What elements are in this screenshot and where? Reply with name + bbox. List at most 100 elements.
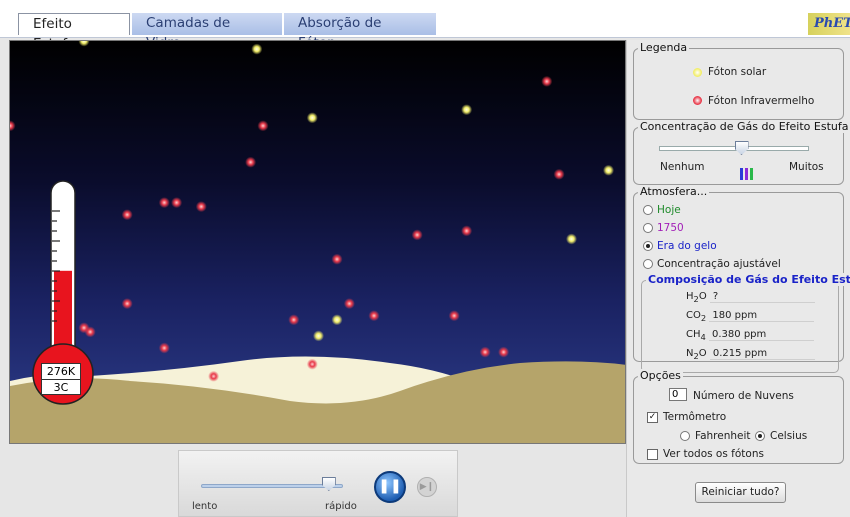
gas-value-ch4: 0.380 ppm [709,329,815,341]
sim-scene [10,41,625,443]
concentration-max-label: Muitos [789,161,824,173]
gas-value-co2: 180 ppm [709,310,815,322]
speed-fast-label: rápido [325,501,357,512]
tab-absorcao-de-foton[interactable]: Absorção de Fóton [284,13,436,51]
clouds-label: Número de Nuvens [693,390,794,402]
concentration-slider-thumb[interactable] [734,141,749,155]
concentration-bar-purple [745,168,748,180]
radio-celsius[interactable] [755,431,765,441]
sunlight-photon [306,112,318,124]
speed-slider-thumb[interactable] [321,477,336,491]
pause-button[interactable]: ❚❚ [374,471,406,503]
infrared-photon [331,253,343,265]
sunlight-photon [313,330,324,342]
kelvin-value: 276K [46,365,76,378]
concentration-bar-blue [740,168,743,180]
control-panel: Legenda Fóton solar Fóton Infravermelho … [626,40,850,517]
fahrenheit-label[interactable]: Fahrenheit [695,430,751,442]
infrared-photon [553,168,565,180]
infrared-photon [171,197,183,209]
sunlight-photon [461,104,473,116]
tab-efeito-estufa[interactable]: Efeito Estufa [18,13,130,52]
atmosphere-title: Atmosfera... [638,185,710,198]
sunlight-photon-icon [693,68,702,77]
step-icon: ▶❙ [419,482,435,492]
radio-concentracao-ajustavel[interactable] [643,259,653,269]
gas-row-h2o: H2O ? [686,291,815,304]
infrared-photon [121,298,133,310]
all-photons-checkbox[interactable] [647,449,658,460]
phet-logo: PhET [808,13,850,35]
infrared-photon [479,346,491,358]
concentration-panel: Concentração de Gás do Efeito Estufa Nen… [633,120,850,185]
gas-row-ch4: CH4 0.380 ppm [686,329,815,342]
all-photons-label[interactable]: Ver todos os fótons [663,448,764,460]
infrared-photon [10,120,16,132]
gas-row-co2: CO2 180 ppm [686,310,815,323]
infrared-photon [158,197,170,209]
infrared-photon [121,209,133,221]
gas-composition-title: Composição de Gás do Efeito Est... [646,273,850,286]
legend-sunlight-label: Fóton solar [708,66,767,78]
atmosphere-era-do-gelo-label[interactable]: Era do gelo [657,240,717,252]
options-panel: Opções 0 Número de Nuvens ✓ Termômetro F… [633,369,844,464]
clouds-spinner[interactable]: 0 [669,388,687,401]
infrared-photon [84,326,96,338]
app-window: Efeito Estufa Camadas de Vidro Absorção … [0,0,850,517]
legend-title: Legenda [638,41,690,54]
speed-slider-track[interactable] [201,484,343,488]
infrared-photon [195,201,207,213]
atmosphere-ajustavel-label[interactable]: Concentração ajustável [657,258,781,270]
infrared-photon [288,314,300,326]
infrared-photon [461,225,473,237]
legend-infrared-label: Fóton Infravermelho [708,95,815,107]
options-title: Opções [638,369,683,382]
thermometer-label[interactable]: Termômetro [663,411,726,423]
radio-1750[interactable] [643,223,653,233]
infrared-photon [245,156,257,168]
tab-camadas-de-vidro[interactable]: Camadas de Vidro [132,13,282,51]
infrared-photon [498,346,510,358]
concentration-slider-track[interactable] [659,146,809,151]
concentration-title: Concentração de Gás do Efeito Estufa [638,120,850,133]
photon-layer [10,41,614,382]
infrared-photon-icon [693,96,702,105]
simulation-canvas: 276K 3C [9,40,626,444]
concentration-min-label: Nenhum [660,161,705,173]
concentration-bar-green [750,168,753,180]
gas-composition-panel: Composição de Gás do Efeito Est... H2O ?… [641,273,850,373]
playback-controls: lento rápido ❚❚ ▶❙ [178,450,458,517]
pause-icon: ❚❚ [378,478,402,494]
step-button[interactable]: ▶❙ [417,477,437,497]
atmosphere-1750-label[interactable]: 1750 [657,222,684,234]
sunlight-photon [566,233,577,245]
sunlight-photon [603,164,614,176]
infrared-photon [448,310,460,322]
sunlight-photon [331,314,343,326]
celsius-value: 3C [42,379,80,395]
infrared-photon [343,298,355,310]
thermometer-checkbox[interactable]: ✓ [647,412,658,423]
atmosphere-panel: Atmosfera... Hoje 1750 Era do gelo Conce… [633,185,850,373]
atmosphere-hoje-label[interactable]: Hoje [657,204,681,216]
speed-slow-label: lento [192,501,218,512]
sunlight-photon [251,43,263,55]
legend-panel: Legenda Fóton solar Fóton Infravermelho [633,41,844,120]
infrared-photon [541,75,553,87]
infrared-photon [411,229,423,241]
infrared-photon [257,120,269,132]
celsius-label[interactable]: Celsius [770,430,807,442]
infrared-photon [306,358,318,370]
gas-value-h2o: ? [709,291,815,303]
radio-fahrenheit[interactable] [680,431,690,441]
sunlight-photon [78,41,90,47]
gas-row-n2o: N2O 0.215 ppm [686,348,815,361]
radio-era-do-gelo[interactable] [643,241,653,251]
infrared-photon [158,342,170,354]
reset-all-button[interactable]: Reiniciar tudo? [695,482,786,503]
radio-hoje[interactable] [643,205,653,215]
gas-value-n2o: 0.215 ppm [709,348,815,360]
tab-bar: Efeito Estufa Camadas de Vidro Absorção … [0,0,850,52]
infrared-photon [208,370,220,382]
infrared-photon [368,310,380,322]
